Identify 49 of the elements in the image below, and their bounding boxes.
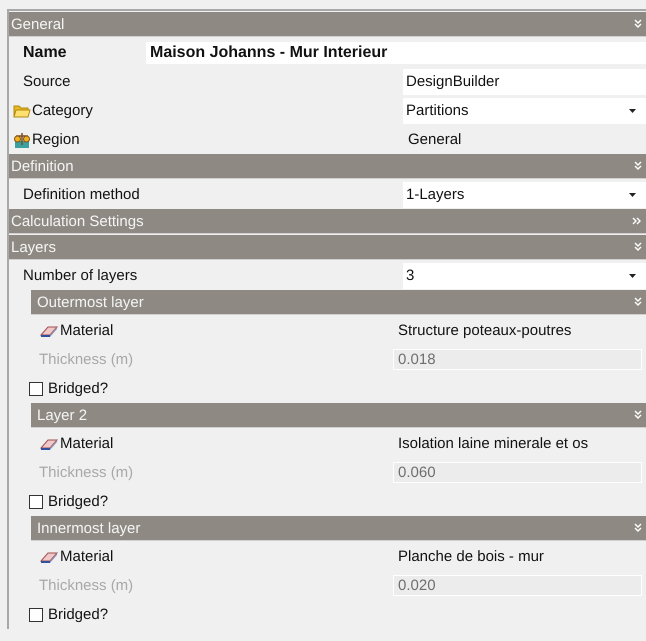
- dropdown-arrow-icon: [629, 274, 636, 278]
- checkbox[interactable]: [29, 608, 43, 622]
- property-label: Material: [60, 435, 114, 452]
- dropdown-arrow-icon: [629, 192, 636, 196]
- collapse-chevron-icon: [634, 523, 642, 533]
- name-label: Name: [23, 44, 68, 62]
- property-label: Thickness (m): [39, 464, 134, 481]
- section-header[interactable]: General: [9, 12, 646, 37]
- bridged-checkbox[interactable]: Bridged?: [29, 380, 108, 397]
- text-field[interactable]: DesignBuilder: [403, 68, 646, 94]
- material-icon: [39, 436, 59, 450]
- material-value: Structure poteaux-poutres: [397, 322, 572, 339]
- property-label: Thickness (m): [39, 577, 134, 594]
- property-label: Thickness (m): [39, 351, 134, 368]
- bridged-checkbox[interactable]: Bridged?: [29, 493, 108, 510]
- folder-icon: [13, 102, 31, 118]
- expand-chevron-icon: [632, 217, 642, 225]
- dropdown[interactable]: 3: [403, 262, 646, 288]
- material-icon: [39, 324, 59, 338]
- property-label: Region: [32, 131, 80, 148]
- material-icon: [39, 550, 59, 564]
- section-header[interactable]: Calculation Settings: [9, 209, 646, 234]
- name-field[interactable]: Maison Johanns - Mur Interieur: [146, 42, 646, 64]
- checkbox[interactable]: [29, 494, 43, 508]
- property-label: Source: [23, 73, 71, 90]
- collapse-chevron-icon: [634, 297, 642, 307]
- bridged-checkbox[interactable]: Bridged?: [29, 606, 108, 623]
- dropdown[interactable]: Partitions: [403, 98, 646, 124]
- scales-icon: [13, 130, 31, 148]
- dropdown-arrow-icon: [629, 108, 636, 112]
- section-header[interactable]: Layers: [9, 235, 646, 260]
- material-value: Planche de bois - mur: [397, 548, 545, 565]
- property-label: Definition method: [23, 186, 140, 203]
- checkbox[interactable]: [29, 382, 43, 396]
- layer-header[interactable]: Innermost layer: [31, 516, 646, 541]
- property-label: Material: [60, 548, 114, 565]
- layer-header[interactable]: Layer 2: [31, 403, 646, 428]
- material-value: Isolation laine minerale et os: [397, 435, 590, 452]
- property-label: Category: [32, 102, 93, 119]
- dropdown[interactable]: 1-Layers: [403, 182, 646, 208]
- property-label: Material: [60, 322, 114, 339]
- property-label: Number of layers: [23, 267, 138, 284]
- property-value: General: [407, 131, 462, 148]
- section-header[interactable]: Definition: [9, 154, 646, 179]
- collapse-chevron-icon: [634, 410, 642, 420]
- collapse-chevron-icon: [634, 242, 642, 252]
- collapse-chevron-icon: [634, 161, 642, 171]
- collapse-chevron-icon: [634, 19, 642, 29]
- layer-header[interactable]: Outermost layer: [31, 290, 646, 315]
